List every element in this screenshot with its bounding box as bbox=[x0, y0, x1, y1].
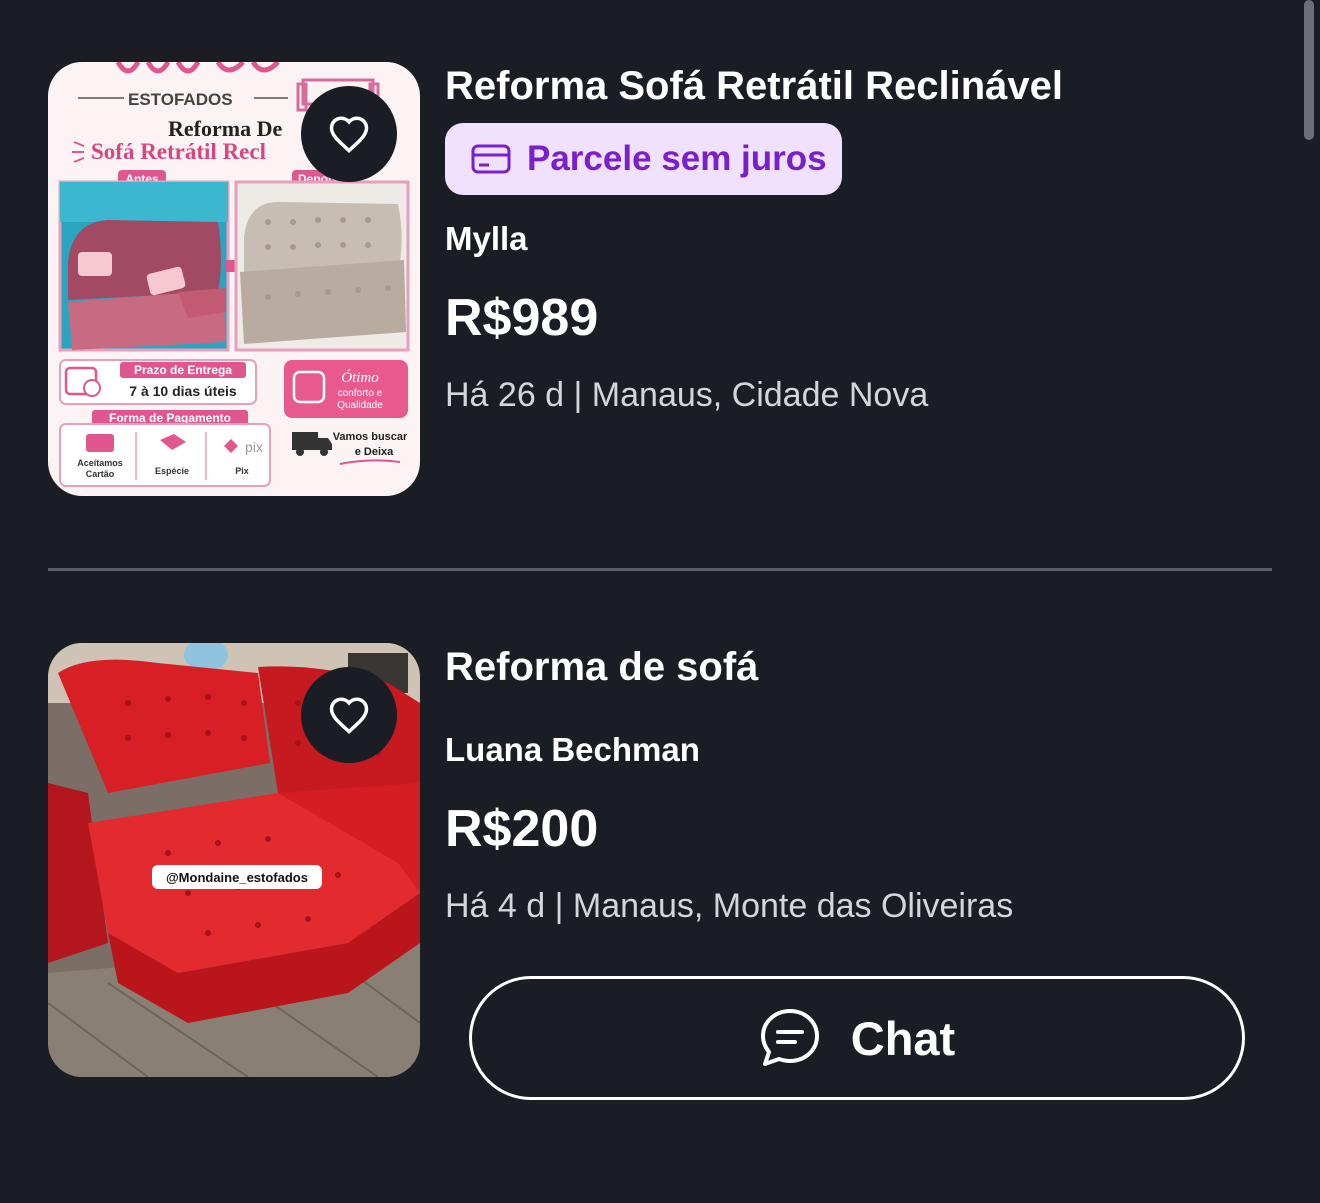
listing-image[interactable]: @Mondaine_estofados bbox=[48, 643, 420, 1077]
listing-title[interactable]: Reforma de sofá bbox=[445, 645, 758, 690]
installments-badge: Parcele sem juros bbox=[445, 123, 842, 195]
seller-name: Mylla bbox=[445, 220, 528, 257]
listing-card[interactable]: @Mondaine_estofados Reforma de sofá Luan… bbox=[48, 643, 1272, 1103]
divider bbox=[48, 568, 1272, 571]
scrollbar[interactable] bbox=[1304, 0, 1314, 140]
credit-card-icon bbox=[471, 144, 511, 174]
svg-text:@Mondaine_estofados: @Mondaine_estofados bbox=[166, 870, 308, 885]
svg-text:Reforma De: Reforma De bbox=[168, 116, 282, 141]
svg-text:ESTOFADOS: ESTOFADOS bbox=[128, 90, 233, 109]
listing-meta: Há 4 d | Manaus, Monte das Oliveiras bbox=[445, 887, 1014, 925]
svg-text:Aceitamos: Aceitamos bbox=[77, 458, 123, 468]
listing-price: R$200 bbox=[445, 800, 599, 858]
listing-card[interactable]: ESTOFADOS Reforma De Sofá Retrátil Recl … bbox=[48, 62, 1272, 496]
favorite-button[interactable] bbox=[301, 86, 397, 182]
svg-text:Sofá Retrátil Recl: Sofá Retrátil Recl bbox=[91, 139, 266, 164]
svg-text:Prazo de Entrega: Prazo de Entrega bbox=[134, 363, 232, 377]
svg-text:Pix: Pix bbox=[235, 466, 249, 476]
svg-text:pix: pix bbox=[245, 439, 263, 455]
svg-text:Ótimo: Ótimo bbox=[341, 369, 379, 386]
svg-text:conforto e: conforto e bbox=[338, 388, 383, 399]
listing-feed: ESTOFADOS Reforma De Sofá Retrátil Recl … bbox=[0, 0, 1320, 1203]
svg-text:Espécie: Espécie bbox=[155, 466, 189, 476]
favorite-button[interactable] bbox=[301, 667, 397, 763]
heart-outline-icon bbox=[329, 697, 369, 735]
svg-text:7 à 10 dias úteis: 7 à 10 dias úteis bbox=[129, 383, 237, 399]
heart-outline-icon bbox=[329, 116, 369, 154]
listing-price: R$989 bbox=[445, 289, 599, 347]
svg-text:Forma de Pagamento: Forma de Pagamento bbox=[109, 411, 231, 425]
chat-button[interactable]: Chat bbox=[469, 976, 1245, 1100]
seller-name: Luana Bechman bbox=[445, 731, 700, 768]
svg-text:Cartão: Cartão bbox=[86, 469, 115, 479]
badge-label: Parcele sem juros bbox=[527, 139, 827, 178]
listing-title[interactable]: Reforma Sofá Retrátil Reclinável bbox=[445, 64, 1063, 109]
chat-button-label: Chat bbox=[850, 1011, 956, 1065]
listing-image[interactable]: ESTOFADOS Reforma De Sofá Retrátil Recl … bbox=[48, 62, 420, 496]
svg-text:Vamos buscar: Vamos buscar bbox=[333, 431, 408, 443]
svg-text:e Deixa: e Deixa bbox=[355, 446, 394, 458]
listing-meta: Há 26 d | Manaus, Cidade Nova bbox=[445, 376, 929, 414]
chat-bubble-icon bbox=[760, 1009, 819, 1066]
svg-text:Qualidade: Qualidade bbox=[337, 400, 383, 411]
